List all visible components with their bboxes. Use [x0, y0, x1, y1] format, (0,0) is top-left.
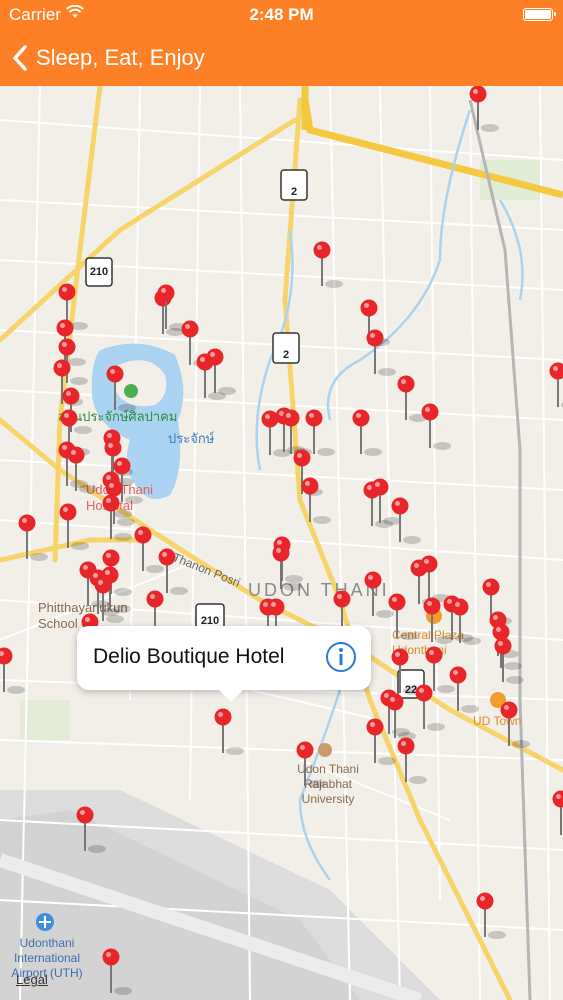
map-pin[interactable] — [494, 637, 525, 685]
map-pin[interactable] — [386, 693, 417, 741]
map-pin[interactable] — [134, 526, 165, 574]
map-pin[interactable] — [301, 477, 332, 525]
chevron-left-icon — [13, 45, 27, 71]
status-time: 2:48 PM — [249, 5, 314, 24]
map-pin[interactable] — [421, 403, 452, 451]
map-pin[interactable] — [0, 647, 25, 695]
map-pin[interactable] — [388, 593, 419, 641]
map-pin[interactable] — [420, 555, 451, 603]
map-pin[interactable] — [102, 948, 133, 996]
map-pin[interactable] — [214, 708, 245, 756]
map-pin[interactable] — [296, 741, 327, 789]
callout-title: Delio Boutique Hotel — [93, 645, 285, 668]
map-pin[interactable] — [18, 514, 49, 562]
map-pin[interactable] — [425, 646, 456, 694]
status-bar: Carrier 2:48 PM — [0, 0, 563, 30]
map-pin[interactable] — [469, 86, 500, 132]
map-pin[interactable] — [158, 548, 189, 596]
nav-bar: Sleep, Eat, Enjoy — [0, 30, 563, 86]
map-pin[interactable] — [391, 648, 422, 696]
map-pin[interactable] — [313, 241, 344, 289]
legal-link[interactable]: Legal — [16, 972, 48, 987]
map-pin[interactable] — [549, 362, 563, 410]
map-pin[interactable] — [500, 701, 531, 749]
map-pin[interactable] — [106, 365, 137, 413]
map-pin[interactable] — [76, 806, 107, 854]
map-pin[interactable] — [366, 718, 397, 766]
map-view[interactable]: UDON THANI Udon Thani Hospital Phitthaya… — [0, 86, 563, 1000]
map-pin[interactable] — [364, 571, 395, 619]
map-pin[interactable] — [352, 409, 383, 457]
info-icon[interactable] — [325, 641, 357, 673]
map-pin[interactable] — [397, 737, 428, 785]
map-pin[interactable] — [476, 892, 507, 940]
map-pin[interactable] — [157, 284, 188, 332]
map-pins-layer — [0, 86, 563, 996]
map-pin[interactable] — [366, 329, 397, 377]
map-pin[interactable] — [206, 348, 237, 396]
map-pin[interactable] — [552, 790, 563, 838]
battery-icon — [523, 8, 556, 21]
back-button[interactable]: Sleep, Eat, Enjoy — [12, 30, 205, 86]
map-pin[interactable] — [305, 409, 336, 457]
map-pin[interactable] — [59, 503, 90, 551]
map-pin[interactable] — [272, 544, 303, 592]
annotation-callout[interactable]: Delio Boutique Hotel — [77, 626, 371, 702]
back-button-label: Sleep, Eat, Enjoy — [36, 45, 205, 70]
